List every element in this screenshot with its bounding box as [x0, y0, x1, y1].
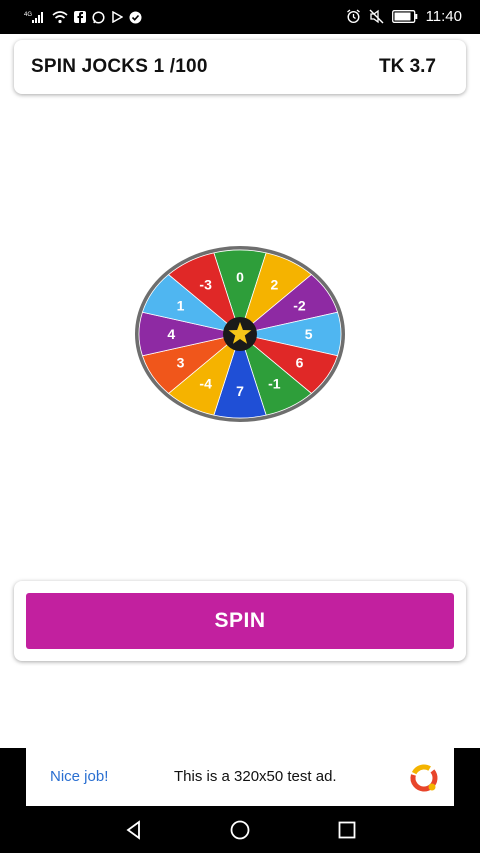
ad-nice-label: Nice job!	[50, 768, 109, 785]
recents-icon[interactable]	[335, 818, 359, 842]
home-icon[interactable]	[228, 818, 252, 842]
check-icon	[129, 8, 142, 26]
alarm-icon	[346, 7, 361, 25]
header-card: SPIN JOCKS 1 /100 TK 3.7	[14, 40, 466, 94]
ad-logo-icon[interactable]	[408, 762, 440, 794]
ad-banner[interactable]: Nice job! This is a 320x50 test ad.	[0, 748, 480, 806]
wheel-segment-label: 1	[177, 297, 185, 313]
status-bar: 4G 11:40	[0, 0, 480, 34]
network-label: 4G	[24, 12, 32, 18]
page-title: SPIN JOCKS 1 /100	[31, 56, 208, 77]
wheel-segment-label: -2	[293, 297, 306, 313]
whatsapp-icon	[92, 8, 105, 26]
back-icon[interactable]	[122, 818, 146, 842]
signal-icon: 4G	[24, 8, 46, 26]
ad-text: This is a 320x50 test ad.	[174, 768, 337, 785]
wheel-segment-label: 5	[305, 326, 313, 342]
wheel-segment-label: 7	[236, 383, 244, 399]
spin-panel: SPIN	[14, 581, 466, 661]
ad-content[interactable]: Nice job! This is a 320x50 test ad.	[26, 748, 454, 806]
mute-icon	[369, 7, 384, 25]
status-time: 11:40	[425, 7, 462, 25]
system-nav-bar	[0, 806, 480, 853]
battery-icon	[391, 7, 418, 25]
wheel-segment-label: 0	[236, 269, 244, 285]
wheel-segment-label: -3	[199, 277, 212, 293]
wifi-icon	[52, 8, 68, 26]
status-right-icons: 11:40	[346, 7, 462, 25]
wheel-graphic: 0 2 -2 56 -1 7 -4 341 -3	[135, 246, 345, 422]
play-icon	[111, 8, 123, 26]
empty-area	[0, 666, 480, 748]
facebook-icon	[74, 8, 86, 26]
wheel-segment-label: -4	[199, 375, 212, 391]
spin-wheel[interactable]: 0 2 -2 5 6 -1 7 -4 3 4 1 -3	[134, 245, 346, 423]
wheel-segment-label: 4	[167, 326, 175, 342]
status-left-icons: 4G	[24, 8, 142, 26]
balance-label: TK 3.7	[378, 56, 436, 77]
wheel-segment-label: 2	[270, 277, 278, 293]
wheel-segment-label: 3	[177, 355, 185, 371]
wheel-segment-label: 6	[296, 355, 304, 371]
wheel-segment-label: -1	[268, 375, 281, 391]
spin-button[interactable]: SPIN	[26, 593, 454, 649]
